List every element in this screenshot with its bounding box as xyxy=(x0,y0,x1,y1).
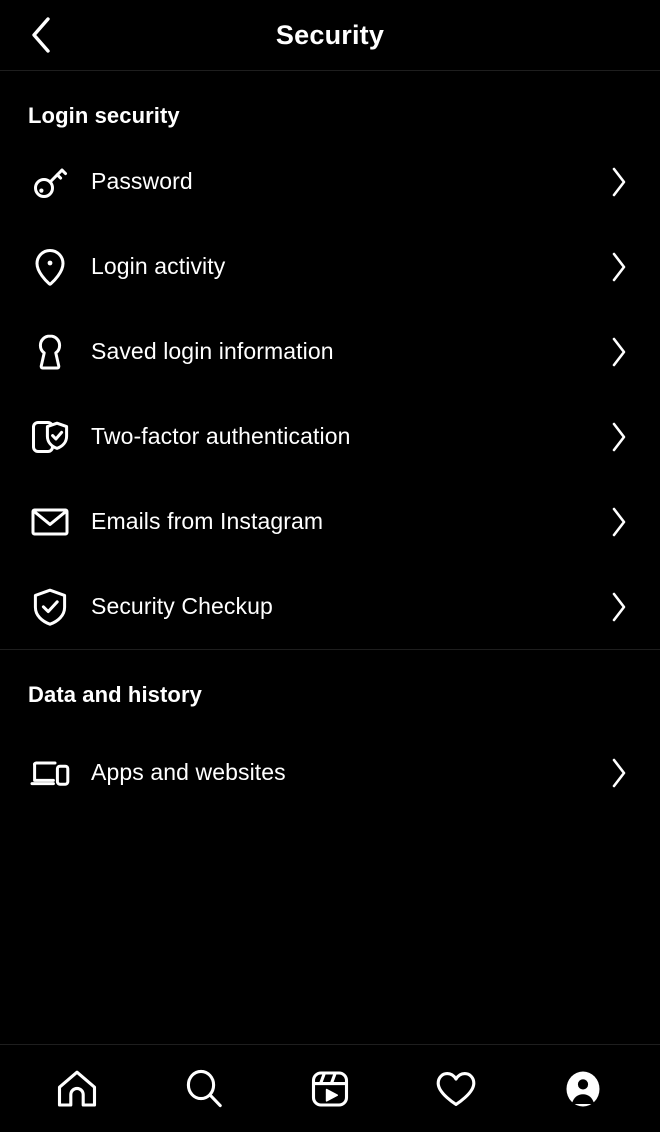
list-item-label: Two-factor authentication xyxy=(91,423,351,449)
reels-icon xyxy=(311,1070,349,1107)
back-button[interactable] xyxy=(10,0,72,70)
list-item-label: Login activity xyxy=(91,253,226,279)
nav-item-home[interactable] xyxy=(40,1052,114,1126)
heart-icon xyxy=(437,1071,476,1106)
list-item-label: Saved login information xyxy=(91,338,334,364)
list-item-password[interactable]: Password xyxy=(0,139,660,224)
list-item-label: Password xyxy=(91,168,193,194)
list-item-emails-from-instagram[interactable]: Emails from Instagram xyxy=(0,479,660,564)
list-item-label: Emails from Instagram xyxy=(91,508,324,534)
list-item-label: Security Checkup xyxy=(91,593,273,619)
chevron-right-icon xyxy=(606,165,632,199)
section-title-data-and-history: Data and history xyxy=(28,682,202,707)
chevron-right-icon xyxy=(606,590,632,624)
section-title-login-security: Login security xyxy=(28,103,180,128)
phone-shield-check-icon xyxy=(28,415,72,459)
nav-item-search[interactable] xyxy=(167,1052,241,1126)
list-item-security-checkup[interactable]: Security Checkup xyxy=(0,564,660,649)
nav-item-activity[interactable] xyxy=(419,1052,493,1126)
profile-avatar-icon xyxy=(559,1065,606,1112)
home-icon xyxy=(58,1070,97,1107)
devices-icon xyxy=(28,751,72,795)
chevron-right-icon xyxy=(606,505,632,539)
key-icon xyxy=(28,160,72,204)
security-settings-screen: Security Login security Password Login a… xyxy=(0,0,660,1132)
list-item-label: Apps and websites xyxy=(91,759,286,785)
chevron-right-icon xyxy=(606,335,632,369)
app-header: Security xyxy=(0,0,660,71)
bottom-navigation-bar xyxy=(0,1044,660,1132)
search-icon xyxy=(186,1069,222,1107)
keyhole-icon xyxy=(28,330,72,374)
location-pin-icon xyxy=(28,245,72,289)
list-item-apps-and-websites[interactable]: Apps and websites xyxy=(0,730,660,815)
nav-item-reels[interactable] xyxy=(293,1052,367,1126)
envelope-icon xyxy=(28,500,72,544)
chevron-right-icon xyxy=(606,756,632,790)
section-login-security: Login security Password Login activity S… xyxy=(0,71,660,649)
chevron-right-icon xyxy=(606,250,632,284)
shield-check-icon xyxy=(28,585,72,629)
settings-list: Login security Password Login activity S… xyxy=(0,71,660,1044)
list-item-saved-login-information[interactable]: Saved login information xyxy=(0,309,660,394)
nav-item-profile[interactable] xyxy=(546,1052,620,1126)
list-item-two-factor-authentication[interactable]: Two-factor authentication xyxy=(0,394,660,479)
chevron-left-icon xyxy=(32,17,50,53)
list-item-login-activity[interactable]: Login activity xyxy=(0,224,660,309)
chevron-right-icon xyxy=(606,420,632,454)
section-data-and-history: Data and history Apps and websites xyxy=(0,649,660,815)
page-title: Security xyxy=(275,19,385,50)
